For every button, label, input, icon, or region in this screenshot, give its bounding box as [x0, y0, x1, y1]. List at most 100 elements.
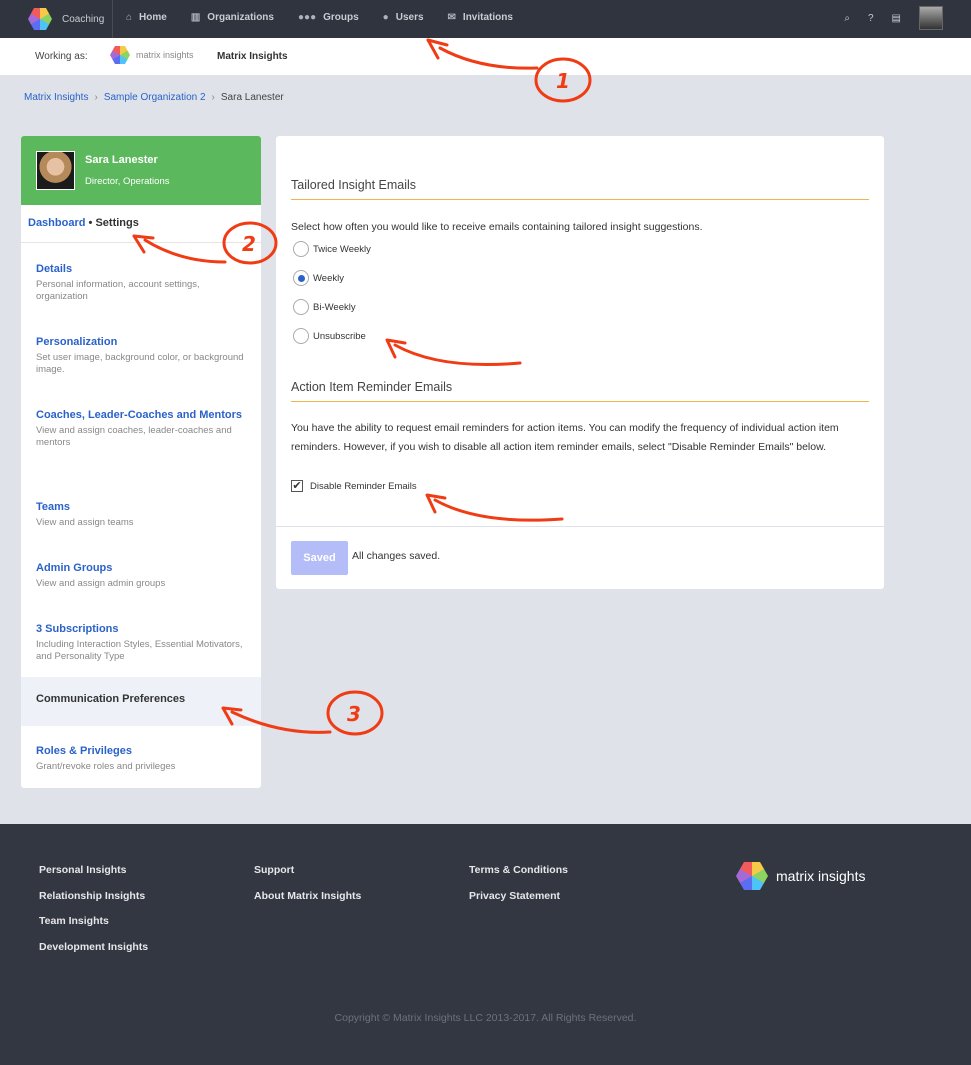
nav-label: Users — [395, 12, 424, 23]
settings-panel: Tailored Insight Emails Select how often… — [276, 136, 884, 589]
save-status: All changes saved. — [352, 550, 441, 562]
logo-icon — [28, 8, 52, 30]
divider — [276, 526, 884, 527]
footer-link[interactable]: Support — [254, 864, 361, 876]
item-title: Communication Preferences — [36, 693, 186, 705]
breadcrumb-link[interactable]: Matrix Insights — [24, 92, 88, 103]
profile-title: Director, Operations — [85, 176, 170, 187]
footer-link[interactable]: Development Insights — [39, 941, 148, 953]
item-title: Coaches, Leader-Coaches and Mentors — [36, 409, 243, 421]
brand[interactable]: Coaching — [28, 8, 104, 30]
footer-link[interactable]: Terms & Conditions — [469, 864, 568, 876]
sidebar-item-personalization[interactable]: Personalization Set user image, backgroun… — [21, 333, 261, 376]
insight-text: Select how often you would like to recei… — [291, 221, 703, 233]
insight-heading: Tailored Insight Emails — [291, 178, 869, 200]
checkbox-label: Disable Reminder Emails — [310, 480, 417, 492]
item-desc: View and assign coaches, leader-coaches … — [36, 425, 232, 448]
logo-text: matrix insights — [136, 50, 194, 60]
reminder-heading: Action Item Reminder Emails — [291, 380, 869, 402]
separator: • — [88, 217, 93, 229]
saved-button[interactable]: Saved — [291, 541, 348, 575]
nav-invitations[interactable]: ✉ Invitations — [448, 12, 513, 23]
radio-checked-icon — [293, 270, 309, 286]
radio-bi-weekly[interactable]: Bi-Weekly — [293, 299, 356, 315]
nav-label: Organizations — [207, 12, 274, 23]
radio-unsubscribe[interactable]: Unsubscribe — [293, 328, 366, 344]
search-icon[interactable]: ⌕ — [844, 13, 850, 24]
disable-reminders-checkbox[interactable]: ✔ Disable Reminder Emails — [291, 480, 417, 492]
item-desc: View and assign teams — [36, 517, 134, 528]
sidebar-item-teams[interactable]: Teams View and assign teams — [21, 498, 261, 529]
item-desc: Including Interaction Styles, Essential … — [36, 639, 243, 662]
radio-icon — [293, 299, 309, 315]
sidebar-item-subscriptions[interactable]: 3 Subscriptions Including Interaction Sty… — [21, 620, 261, 663]
top-nav: Coaching ⌂ Home ▥ Organizations ●●● Groups … — [0, 0, 971, 38]
footer-link[interactable]: Personal Insights — [39, 864, 148, 876]
logo-icon — [736, 862, 768, 890]
breadcrumb: Matrix Insights › Sample Organization 2 › Sa… — [24, 92, 284, 103]
reminder-text: You have the ability to request email re… — [291, 422, 839, 453]
item-title: Personalization — [36, 336, 118, 348]
nav-groups[interactable]: ●●● Groups — [298, 12, 359, 23]
tab-settings[interactable]: Settings — [95, 217, 138, 229]
working-as-bar: Working as: matrix insights Matrix Insig… — [0, 38, 971, 75]
footer-logo: matrix insights — [736, 862, 865, 890]
nav-label: Home — [139, 12, 167, 23]
help-icon[interactable]: ? — [868, 13, 874, 24]
item-title: Details — [36, 263, 73, 275]
item-desc: Personal information, account settings, … — [36, 279, 200, 302]
copyright: Copyright © Matrix Insights LLC 2013-201… — [334, 1012, 637, 1024]
item-desc: View and assign admin groups — [36, 578, 166, 589]
working-org: Matrix Insights — [217, 51, 288, 62]
radio-icon — [293, 328, 309, 344]
item-title: Admin Groups — [36, 562, 113, 574]
footer-col-1: Personal Insights Relationship Insights Te… — [39, 864, 148, 966]
item-title: 3 Subscriptions — [36, 623, 119, 635]
annotation-number: 3 — [347, 702, 361, 726]
nav-home[interactable]: ⌂ Home — [126, 12, 167, 23]
profile-photo — [36, 151, 75, 190]
sidebar-item-communication-preferences[interactable]: Communication Preferences — [21, 677, 261, 726]
annotation-circle-3 — [326, 690, 384, 736]
footer-link[interactable]: Team Insights — [39, 915, 148, 927]
sidebar-item-coaches[interactable]: Coaches, Leader-Coaches and Mentors View … — [21, 406, 261, 449]
radio-twice-weekly[interactable]: Twice Weekly — [293, 241, 371, 257]
tab-dashboard[interactable]: Dashboard — [28, 217, 85, 229]
home-icon: ⌂ — [126, 12, 133, 23]
chevron-right-icon: › — [211, 92, 215, 103]
item-title: Roles & Privileges — [36, 745, 132, 757]
chevron-right-icon: › — [94, 92, 98, 103]
app-name: Coaching — [62, 13, 105, 25]
sidebar-tabs: Dashboard • Settings — [21, 205, 261, 243]
nav-label: Invitations — [462, 12, 513, 23]
avatar[interactable] — [919, 6, 943, 30]
sidebar-item-admin-groups[interactable]: Admin Groups View and assign admin groups — [21, 559, 261, 590]
footer-link[interactable]: About Matrix Insights — [254, 890, 361, 902]
footer-link[interactable]: Privacy Statement — [469, 890, 568, 902]
profile-header: Sara Lanester Director, Operations — [21, 136, 261, 205]
item-desc: Set user image, background color, or bac… — [36, 352, 244, 375]
nav-users[interactable]: ● Users — [383, 12, 424, 23]
sidebar-item-details[interactable]: Details Personal information, account set… — [21, 260, 261, 303]
checkmark-icon: ✔ — [291, 480, 303, 492]
radio-label: Bi-Weekly — [313, 301, 356, 313]
footer-link[interactable]: Relationship Insights — [39, 890, 148, 902]
sidebar-item-roles[interactable]: Roles & Privileges Grant/revoke roles and… — [21, 742, 261, 773]
org-logo: matrix insights — [110, 46, 194, 64]
nav-label: Groups — [323, 12, 359, 23]
radio-icon — [293, 241, 309, 257]
building-icon: ▥ — [190, 12, 201, 23]
logo-text: matrix insights — [776, 868, 866, 884]
footer: Personal Insights Relationship Insights Te… — [0, 824, 971, 1065]
item-title: Teams — [36, 501, 71, 513]
breadcrumb-link[interactable]: Sample Organization 2 — [104, 92, 206, 103]
briefcase-icon[interactable]: ▤ — [892, 13, 901, 24]
footer-col-2: Support About Matrix Insights — [254, 864, 361, 915]
user-icon: ● — [382, 12, 389, 23]
radio-label: Twice Weekly — [313, 243, 371, 255]
users-group-icon: ●●● — [297, 12, 317, 23]
logo-icon — [110, 46, 130, 64]
radio-weekly[interactable]: Weekly — [293, 270, 344, 286]
nav-organizations[interactable]: ▥ Organizations — [191, 12, 274, 23]
envelope-icon: ✉ — [447, 12, 456, 23]
